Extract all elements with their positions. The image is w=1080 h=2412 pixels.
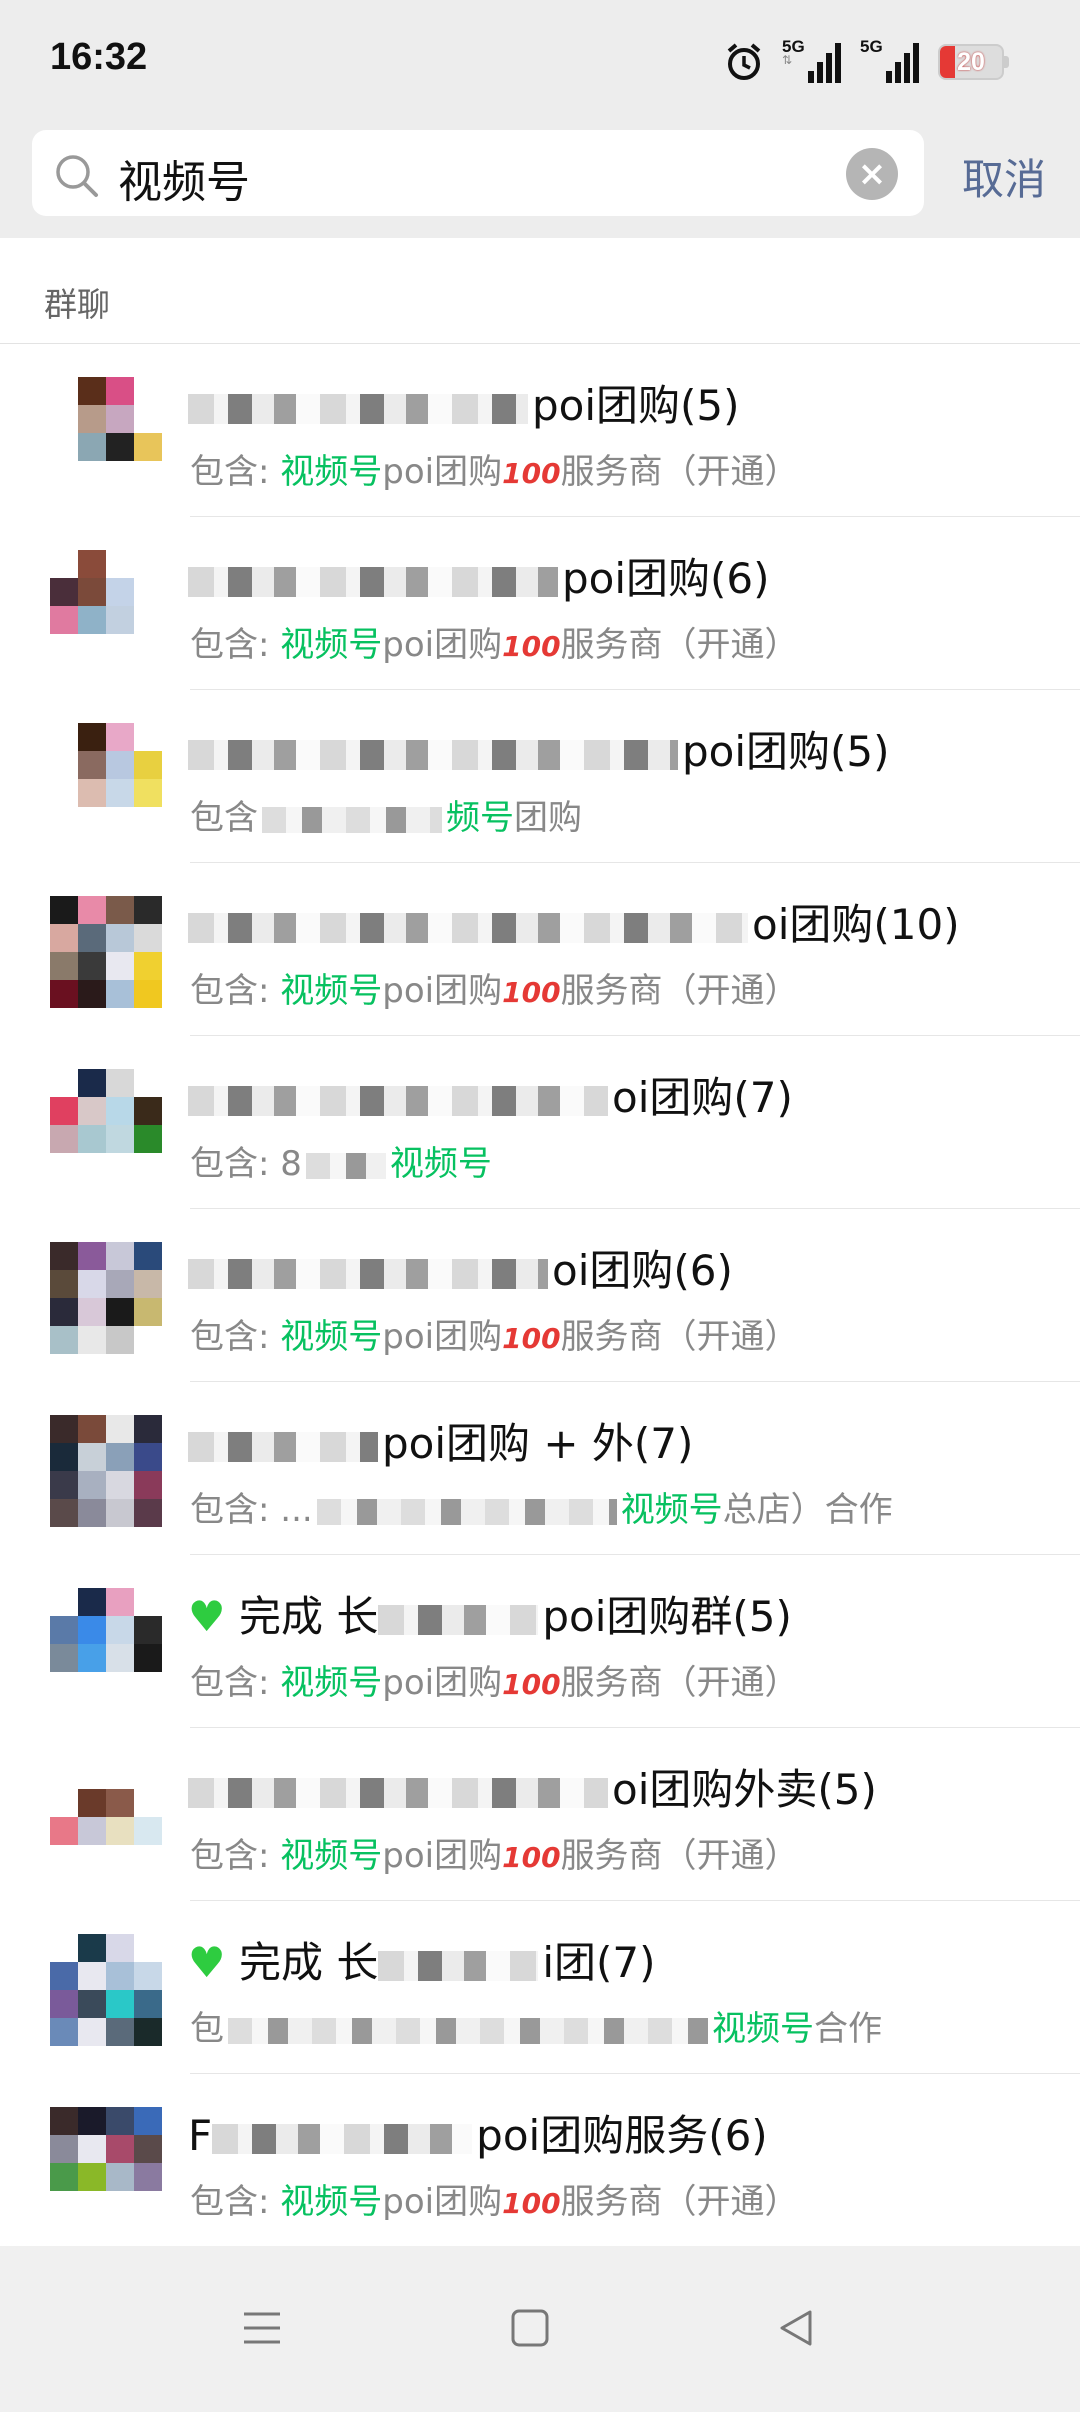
redacted-text [228, 2017, 708, 2044]
alarm-icon [727, 43, 761, 80]
keyword-highlight: 视频号 [280, 1663, 383, 1703]
hundred-points-icon: 100 [502, 457, 561, 490]
group-avatar [50, 896, 162, 1008]
menu-icon[interactable] [242, 2308, 282, 2348]
match-detail: 包含: 视频号poi团购100服务商（开通） [190, 1317, 799, 1357]
green-heart-icon: ♥ [188, 1938, 240, 1987]
status-time: 16:32 [50, 36, 148, 78]
match-detail: 包含: 视频号poi团购100服务商（开通） [190, 971, 799, 1011]
group-chat-row[interactable]: oi团购(10) 包含: 视频号poi团购100服务商（开通） [0, 863, 1080, 1036]
group-avatar [50, 377, 162, 489]
group-avatar [50, 1588, 162, 1700]
redacted-text [262, 806, 442, 833]
keyword-highlight: 视频号 [280, 1836, 383, 1876]
network-1-icon: 5G ⇅ [782, 37, 842, 85]
group-name: ♥ 完成 长 i团(7) [188, 1938, 656, 1987]
keyword-highlight: 视频号 [280, 625, 383, 665]
group-chat-row[interactable]: ♥ 完成 长 i团(7) 包视频号合作 [0, 1901, 1080, 2074]
section-title: 群聊 [0, 238, 1080, 344]
group-chat-row[interactable]: oi团购(6) 包含: 视频号poi团购100服务商（开通） [0, 1209, 1080, 1382]
group-avatar [50, 1761, 162, 1873]
redacted-text [212, 2123, 473, 2154]
redacted-text [188, 739, 678, 770]
keyword-highlight: 频号 [446, 798, 514, 838]
keyword-highlight: 视频号 [280, 1317, 383, 1357]
group-name: poi团购(6) [188, 545, 1050, 606]
match-detail: 包含: ... 视频号总店）合作 [190, 1490, 893, 1530]
match-detail: 包视频号合作 [190, 2009, 882, 2049]
search-input[interactable]: 视频号 × [32, 130, 924, 216]
redacted-text [188, 566, 558, 597]
group-chat-row[interactable]: poi团购 + 外(7) 包含: ... 视频号总店）合作 [0, 1382, 1080, 1555]
match-detail: 包含: 视频号poi团购100服务商（开通） [190, 625, 799, 665]
group-name: oi团购(7) [188, 1064, 1050, 1125]
group-chat-row[interactable]: oi团购外卖(5) 包含: 视频号poi团购100服务商（开通） [0, 1728, 1080, 1901]
status-bar: 16:32 5G ⇅ 5G 20 [0, 0, 1080, 120]
redacted-text [305, 1152, 386, 1179]
hundred-points-icon: 100 [502, 1668, 561, 1701]
redacted-text [316, 1498, 617, 1525]
match-detail: 包含 频号团购 [190, 798, 582, 838]
result-list: poi团购(5) 包含: 视频号poi团购100服务商（开通） poi团购(6) 包含… [0, 344, 1080, 2246]
match-detail: 包含: 8 视频号 [190, 1144, 492, 1184]
redacted-text [378, 1604, 539, 1635]
match-detail: 包含: 视频号poi团购100服务商（开通） [190, 452, 799, 492]
keyword-highlight: 视频号 [280, 2182, 383, 2222]
group-name: oi团购外卖(5) [188, 1756, 1050, 1817]
hundred-points-icon: 100 [502, 1322, 561, 1355]
search-bar: 视频号 × 取消 [0, 120, 1080, 238]
search-results: 群聊 poi团购(5) 包含: 视频号poi团购100服务商（开通） poi团购(6… [0, 238, 1080, 2246]
group-avatar [50, 1069, 162, 1181]
group-name: oi团购(10) [188, 891, 1050, 952]
back-icon[interactable] [776, 2308, 816, 2348]
group-name: ♥ 完成 长 poi团购群(5) [188, 1592, 792, 1641]
group-chat-row[interactable]: Fpoi团购服务(6) 包含: 视频号poi团购100服务商（开通） [0, 2074, 1080, 2246]
group-avatar [50, 1415, 162, 1527]
redacted-text [188, 393, 528, 424]
navigation-bar [0, 2246, 1080, 2412]
group-chat-row[interactable]: ♥ 完成 长 poi团购群(5) 包含: 视频号poi团购100服务商（开通） [0, 1555, 1080, 1728]
group-chat-row[interactable]: poi团购(5) 包含 频号团购 [0, 690, 1080, 863]
green-heart-icon: ♥ [188, 1592, 240, 1641]
search-value[interactable]: 视频号 [118, 146, 250, 210]
hundred-points-icon: 100 [502, 1841, 561, 1874]
group-avatar [50, 1242, 162, 1354]
group-name: poi团购(5) [188, 372, 1050, 433]
redacted-text [188, 1777, 608, 1808]
group-chat-row[interactable]: oi团购(7) 包含: 8 视频号 [0, 1036, 1080, 1209]
hundred-points-icon: 100 [502, 630, 561, 663]
battery-icon: 20 [938, 44, 1009, 80]
match-detail: 包含: 视频号poi团购100服务商（开通） [190, 1836, 799, 1876]
group-avatar [50, 723, 162, 835]
network-2-icon: 5G [860, 37, 920, 85]
redacted-text [188, 1431, 378, 1462]
match-detail: 包含: 视频号poi团购100服务商（开通） [190, 1663, 799, 1703]
keyword-highlight: 视频号 [620, 1490, 723, 1530]
keyword-highlight: 视频号 [280, 971, 383, 1011]
group-avatar [50, 1934, 162, 2046]
clear-icon[interactable]: × [846, 148, 898, 200]
search-icon [56, 155, 98, 197]
status-icons: 5G ⇅ 5G 20 [724, 37, 1009, 86]
home-icon[interactable] [510, 2308, 550, 2348]
hundred-points-icon: 100 [502, 976, 561, 1009]
group-avatar [50, 550, 162, 662]
redacted-text [188, 1085, 608, 1116]
keyword-highlight: 视频号 [280, 452, 383, 492]
keyword-highlight: 视频号 [389, 1144, 492, 1184]
cancel-button[interactable]: 取消 [962, 146, 1046, 207]
redacted-text [188, 912, 748, 943]
group-name: poi团购 + 外(7) [188, 1410, 1050, 1471]
group-chat-row[interactable]: poi团购(5) 包含: 视频号poi团购100服务商（开通） [0, 344, 1080, 517]
match-detail: 包含: 视频号poi团购100服务商（开通） [190, 2182, 799, 2222]
group-name: Fpoi团购服务(6) [188, 2111, 768, 2160]
keyword-highlight: 视频号 [712, 2009, 814, 2049]
group-name: oi团购(6) [188, 1237, 1050, 1298]
group-name: poi团购(5) [188, 718, 1050, 779]
redacted-text [378, 1950, 539, 1981]
hundred-points-icon: 100 [502, 2187, 561, 2220]
redacted-text [188, 1258, 548, 1289]
group-chat-row[interactable]: poi团购(6) 包含: 视频号poi团购100服务商（开通） [0, 517, 1080, 690]
group-avatar [50, 2107, 162, 2219]
